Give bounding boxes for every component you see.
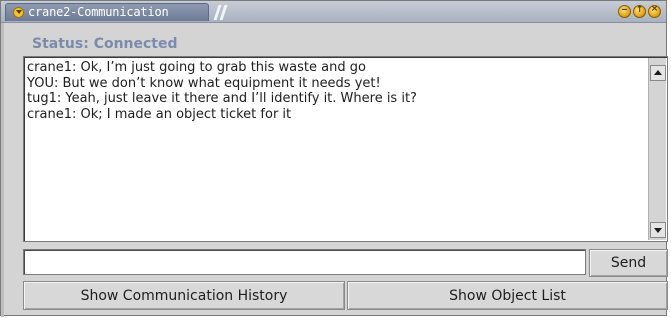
minimize-icon[interactable] [618,5,631,18]
communication-window: crane2-Communication Status: Connected c… [0,0,668,317]
message-input[interactable] [23,249,586,275]
scroll-up-arrow-icon[interactable] [650,65,666,81]
title-bar[interactable]: crane2-Communication [1,1,666,23]
close-icon[interactable] [648,4,661,18]
show-communication-history-button[interactable]: Show Communication History [23,281,345,310]
title-decoration [210,3,244,21]
chat-message: crane1: Ok; I made an object ticket for … [27,106,292,122]
window-menu-icon[interactable] [13,7,24,18]
show-object-list-button[interactable]: Show Object List [347,281,668,310]
maximize-icon[interactable] [633,5,646,18]
chat-message: crane1: Ok, I’m just going to grab this … [27,60,366,75]
connection-status: Status: Connected [32,36,178,52]
scroll-down-arrow-icon[interactable] [650,222,666,238]
window-title: crane2-Communication [28,5,169,19]
send-button[interactable]: Send [589,249,668,277]
title-tab[interactable]: crane2-Communication [5,3,209,21]
chat-message: tug1: Yeah, just leave it there and I’ll… [27,91,417,107]
window-edge [1,23,4,317]
chat-scrollbar[interactable] [648,58,666,240]
chat-messages: crane1: Ok, I’m just going to grab this … [27,60,647,122]
chat-message: YOU: But we don’t know what equipment it… [27,75,381,91]
chat-log[interactable]: crane1: Ok, I’m just going to grab this … [23,56,668,242]
